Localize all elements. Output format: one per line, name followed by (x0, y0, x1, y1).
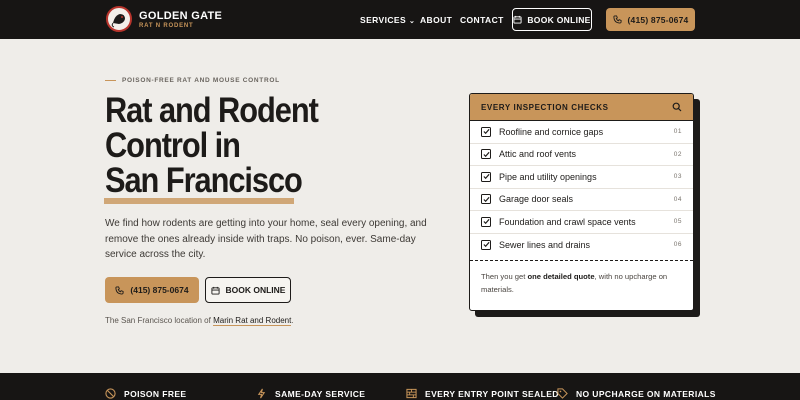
header-book-label: BOOK ONLINE (527, 14, 591, 25)
brick-wall-icon (406, 388, 417, 399)
checkbox-checked-icon (481, 239, 491, 250)
checkbox-checked-icon (481, 216, 491, 227)
footer-bold: one detailed quote (527, 272, 595, 281)
checkbox-checked-icon (481, 126, 491, 137)
check-number: 04 (673, 195, 682, 203)
list-item: Pipe and utility openings 03 (470, 166, 693, 189)
feature-no-upcharge: NO UPCHARGE ON MATERIALS (557, 388, 716, 399)
chevron-down-icon: ⌄ (409, 18, 416, 25)
list-item: Foundation and crawl space vents 05 (470, 211, 693, 234)
eyebrow-divider (105, 79, 116, 82)
header-phone-label: (415) 875-0674 (627, 14, 689, 25)
check-label: Pipe and utility openings (499, 171, 597, 182)
feature-entry-sealed: EVERY ENTRY POINT SEALED (406, 388, 559, 399)
title-line-1: Rat and Rodent (105, 91, 319, 130)
check-label: Roofline and cornice gaps (499, 126, 604, 137)
nav-services-label: SERVICES (360, 15, 407, 25)
inspection-list: Roofline and cornice gaps 01 Attic and r… (470, 121, 693, 256)
feature-label: EVERY ENTRY POINT SEALED (425, 388, 559, 399)
location-suffix: . (291, 316, 294, 325)
check-label: Foundation and crawl space vents (499, 216, 636, 227)
location-prefix: The San Francisco location of (105, 316, 211, 325)
footer-prefix: Then you get (481, 272, 526, 281)
card-footer: Then you get one detailed quote, with no… (470, 261, 693, 296)
check-number: 05 (673, 218, 682, 226)
hero-eyebrow: POISON-FREE RAT AND MOUSE CONTROL (105, 77, 280, 84)
check-label: Garage door seals (499, 194, 574, 205)
feature-label: NO UPCHARGE ON MATERIALS (576, 388, 716, 399)
checkbox-checked-icon (481, 171, 491, 182)
calendar-icon (513, 15, 522, 24)
hero-book-online-button[interactable]: BOOK ONLINE (205, 277, 291, 303)
search-icon (672, 102, 682, 112)
checkbox-checked-icon (481, 194, 491, 205)
brand-name[interactable]: GOLDEN GATE (139, 10, 222, 22)
site-header: GOLDEN GATE RAT N RODENT SERVICES ⌄ ABOUT… (0, 0, 800, 39)
list-item: Sewer lines and drains 06 (470, 234, 693, 257)
header-phone-button[interactable]: (415) 875-0674 (606, 8, 695, 31)
feature-poison-free: POISON FREE (105, 388, 187, 399)
location-note: The San Francisco location of Marin Rat … (105, 316, 294, 326)
title-line-2: Control in (105, 126, 241, 165)
hero-phone-label: (415) 875-0674 (130, 285, 189, 295)
check-label: Sewer lines and drains (499, 239, 591, 250)
nav-contact[interactable]: CONTACT (460, 15, 504, 25)
feature-same-day: SAME-DAY SERVICE (256, 388, 365, 399)
header-book-online-button[interactable]: BOOK ONLINE (512, 8, 592, 31)
check-label: Attic and roof vents (499, 149, 577, 160)
brand-tagline: RAT N RODENT (139, 23, 194, 29)
check-number: 02 (673, 150, 682, 158)
marin-link[interactable]: Marin Rat and Rodent (213, 316, 292, 326)
checkbox-checked-icon (481, 149, 491, 160)
page-title: Rat and Rodent Control in San Francisco (105, 91, 319, 200)
list-item: Attic and roof vents 02 (470, 144, 693, 166)
card-title: EVERY INSPECTION CHECKS (481, 102, 609, 112)
check-number: 01 (673, 128, 682, 136)
hero-description: We find how rodents are getting into you… (105, 218, 427, 260)
phone-icon (612, 15, 622, 24)
list-item: Roofline and cornice gaps 01 (470, 121, 693, 144)
inspection-card: EVERY INSPECTION CHECKS Roofline and cor… (469, 93, 694, 311)
hero-book-label: BOOK ONLINE (225, 285, 286, 295)
title-line-3: San Francisco (105, 161, 303, 200)
tag-icon (557, 388, 568, 399)
lightning-icon (257, 388, 266, 399)
logo-icon[interactable] (106, 6, 132, 32)
calendar-icon (210, 286, 220, 295)
phone-icon (115, 285, 124, 295)
card-header: EVERY INSPECTION CHECKS (470, 94, 693, 121)
no-poison-icon (105, 388, 116, 399)
nav-services[interactable]: SERVICES ⌄ (360, 15, 415, 25)
check-number: 06 (673, 241, 682, 249)
feature-label: POISON FREE (124, 388, 187, 399)
feature-label: SAME-DAY SERVICE (275, 388, 366, 399)
list-item: Garage door seals 04 (470, 189, 693, 211)
check-number: 03 (673, 173, 682, 181)
nav-about[interactable]: ABOUT (420, 15, 452, 25)
eyebrow-text: POISON-FREE RAT AND MOUSE CONTROL (122, 77, 280, 84)
hero-phone-button[interactable]: (415) 875-0674 (105, 277, 199, 303)
